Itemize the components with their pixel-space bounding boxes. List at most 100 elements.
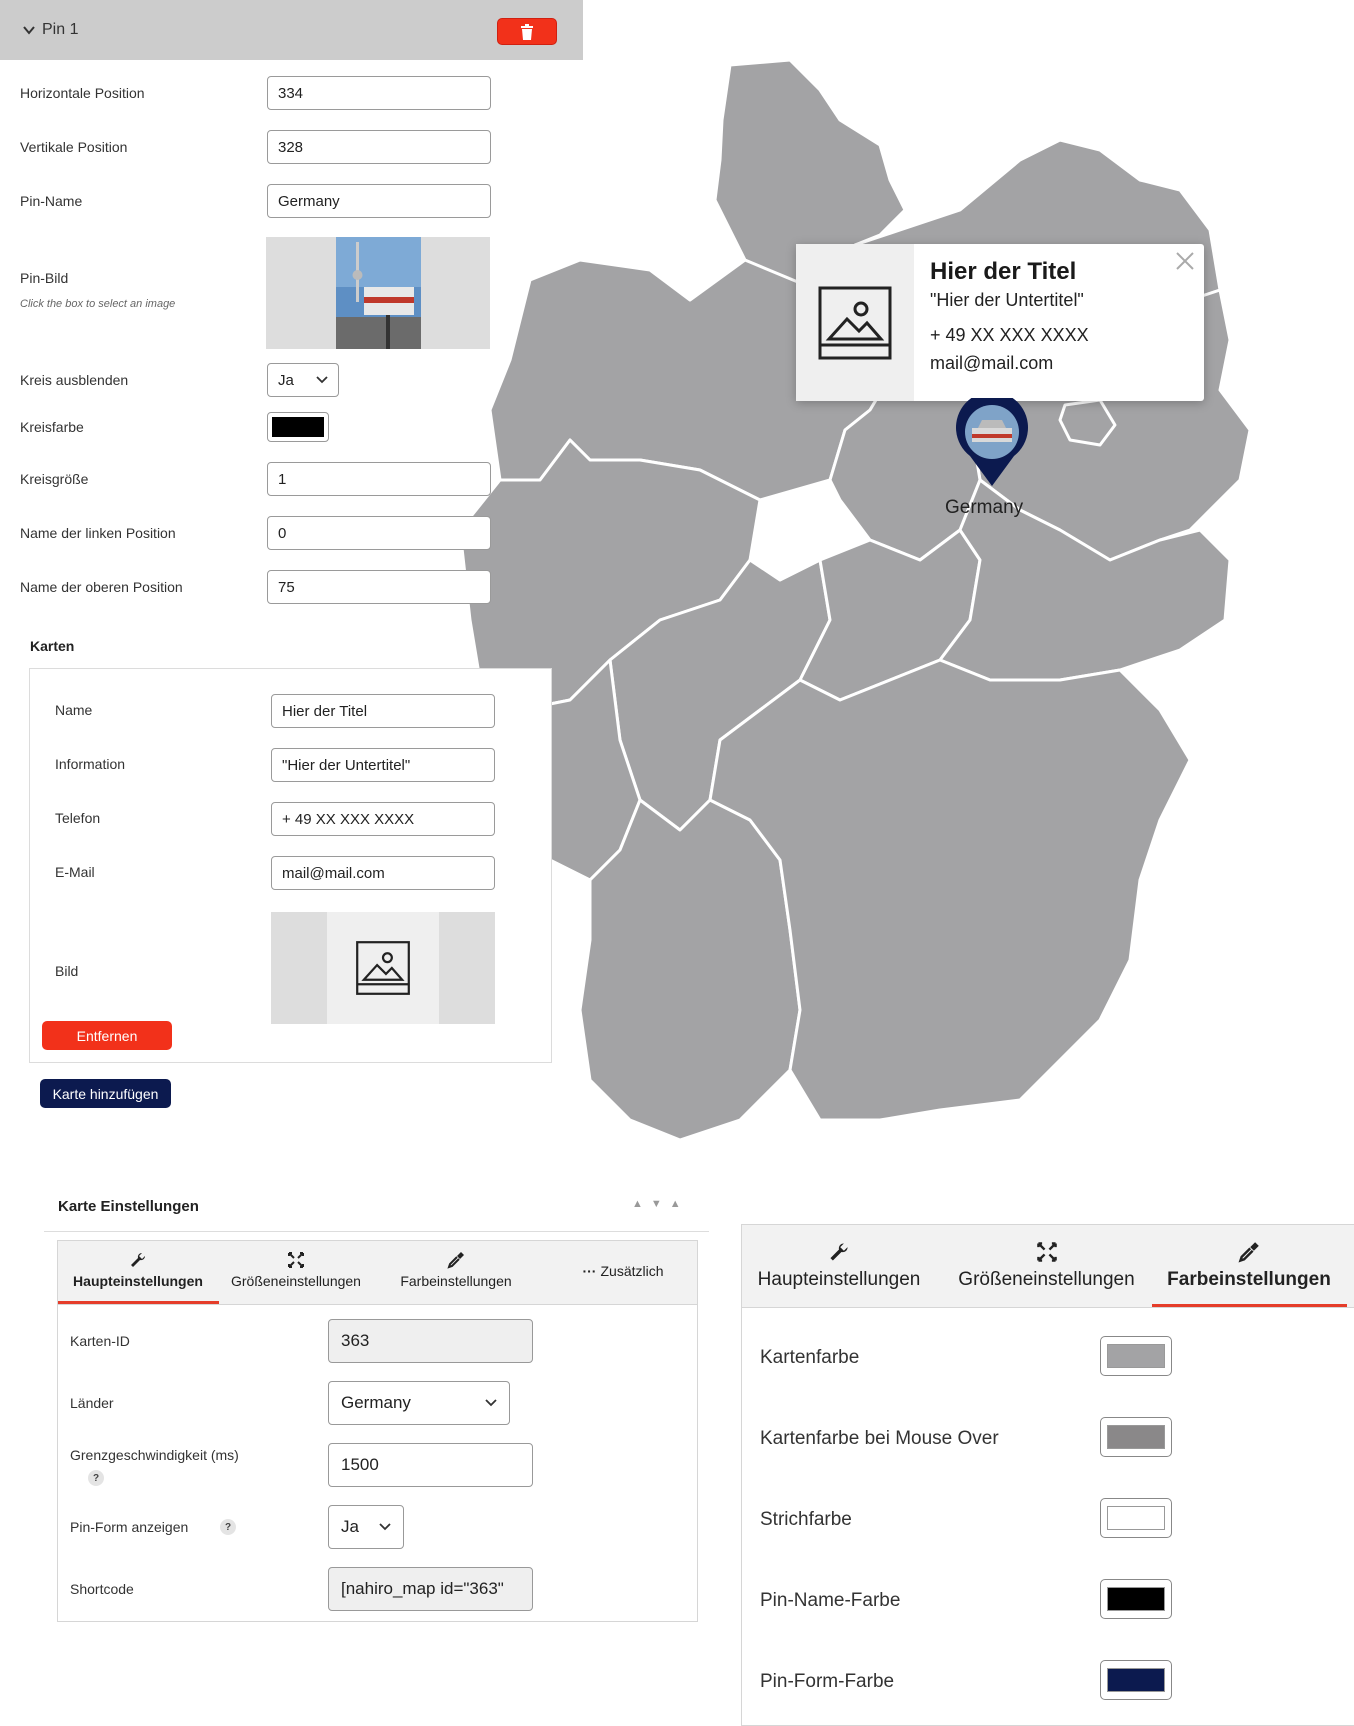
pin-title: Pin 1 xyxy=(42,21,79,38)
field-horizontal-position: Horizontale Position 334 xyxy=(20,76,560,110)
color-label: Pin-Name-Farbe xyxy=(760,1590,901,1611)
card-image-selector[interactable] xyxy=(271,912,495,1024)
card-information-input[interactable]: "Hier der Untertitel" xyxy=(271,748,495,782)
chevron-down-icon[interactable]: ▼ xyxy=(651,1198,670,1210)
field-pin-name: Pin-Name Germany xyxy=(20,184,560,218)
pin-shape-color-picker[interactable] xyxy=(1100,1660,1172,1700)
delete-pin-button[interactable] xyxy=(497,18,557,45)
chevron-down-icon xyxy=(316,376,328,384)
pin-name-input[interactable]: Germany xyxy=(267,184,491,218)
active-tab-indicator xyxy=(1152,1304,1347,1307)
add-card-button[interactable]: Karte hinzufügen xyxy=(40,1079,171,1108)
card-name-input[interactable]: Hier der Titel xyxy=(271,694,495,728)
panel-arrows[interactable]: ▲▼▲ xyxy=(632,1198,689,1210)
field-label: Pin-Form anzeigen xyxy=(70,1519,189,1535)
field-label: Kreis ausblenden xyxy=(20,372,129,388)
color-label: Kartenfarbe bei Mouse Over xyxy=(760,1428,999,1449)
card-field-name: Name Hier der Titel xyxy=(55,694,525,728)
tab-color-settings[interactable]: Farbeinstellungen xyxy=(391,1251,521,1289)
pin-name-color-picker[interactable] xyxy=(1100,1579,1172,1619)
popup-image xyxy=(796,244,914,401)
circle-size-input[interactable]: 1 xyxy=(267,462,491,496)
image-hint: Click the box to select an image xyxy=(20,298,176,310)
tab-label: Größeneinstellungen xyxy=(958,1269,1135,1290)
color-row-map: Kartenfarbe xyxy=(760,1336,1340,1380)
field-label: Bild xyxy=(55,963,79,979)
color-row-hover: Kartenfarbe bei Mouse Over xyxy=(760,1417,1340,1461)
chevron-up-icon[interactable]: ▲ xyxy=(632,1198,651,1210)
stroke-color-picker[interactable] xyxy=(1100,1498,1172,1538)
eyedropper-icon xyxy=(1238,1242,1259,1263)
popup-phone: + 49 XX XXX XXXX xyxy=(930,325,1089,345)
map-pin-icon[interactable] xyxy=(952,391,1032,488)
tab-label: Zusätzlich xyxy=(600,1263,664,1279)
popup-subtitle: "Hier der Untertitel" xyxy=(930,290,1084,310)
circle-color-picker[interactable] xyxy=(267,412,329,442)
help-icon[interactable]: ? xyxy=(220,1519,236,1535)
vertical-position-input[interactable]: 328 xyxy=(267,130,491,164)
tab-size-settings[interactable]: Größeneinstellungen xyxy=(954,1241,1139,1291)
card-field-phone: Telefon + 49 XX XXX XXXX xyxy=(55,802,525,836)
tab-label: Farbeinstellungen xyxy=(400,1273,512,1289)
tab-color-settings[interactable]: Farbeinstellungen xyxy=(1154,1241,1344,1291)
pin-shape-select[interactable]: Ja xyxy=(328,1505,404,1549)
countries-select[interactable]: Germany xyxy=(328,1381,510,1425)
color-settings-panel: Haupteinstellungen Größeneinstellungen F… xyxy=(741,1224,1354,1726)
selected-value: Ja xyxy=(341,1517,359,1536)
karten-card: Name Hier der Titel Information "Hier de… xyxy=(29,668,552,1063)
card-phone-input[interactable]: + 49 XX XXX XXXX xyxy=(271,802,495,836)
color-row-pin-name: Pin-Name-Farbe xyxy=(760,1579,1340,1623)
field-left-position: Name der linken Position 0 xyxy=(20,516,560,550)
field-label: Shortcode xyxy=(70,1581,134,1597)
resize-icon xyxy=(1036,1242,1057,1262)
tab-label: Haupteinstellungen xyxy=(757,1269,921,1290)
close-icon[interactable] xyxy=(1174,250,1196,272)
pin-header[interactable]: Pin 1 xyxy=(0,0,583,60)
pin-photo xyxy=(336,237,421,349)
triangle-up-icon[interactable]: ▲ xyxy=(670,1198,689,1210)
tab-label: Farbeinstellungen xyxy=(1167,1269,1331,1290)
germany-map[interactable] xyxy=(458,58,1354,1250)
map-color-picker[interactable] xyxy=(1100,1336,1172,1376)
hide-circle-select[interactable]: Ja xyxy=(267,363,339,397)
wrench-icon xyxy=(830,1243,848,1261)
popup-title: Hier der Titel xyxy=(930,258,1077,285)
field-top-position: Name der oberen Position 75 xyxy=(20,570,560,604)
settings-panel: Haupteinstellungen Größeneinstellungen F… xyxy=(57,1240,698,1622)
hover-color-picker[interactable] xyxy=(1100,1417,1172,1457)
tab-main-settings[interactable]: Haupteinstellungen xyxy=(68,1251,208,1289)
card-email-input[interactable]: mail@mail.com xyxy=(271,856,495,890)
selected-value: Ja xyxy=(278,371,294,389)
field-label: Kreisgröße xyxy=(20,471,89,487)
shortcode-input[interactable]: [nahiro_map id="363" xyxy=(328,1567,533,1611)
field-label: Vertikale Position xyxy=(20,139,128,155)
map-svg[interactable] xyxy=(458,58,1354,1250)
tab-size-settings[interactable]: Größeneinstellungen xyxy=(226,1251,366,1289)
field-label: Pin-Bild xyxy=(20,270,69,286)
tab-main-settings[interactable]: Haupteinstellungen xyxy=(754,1241,924,1291)
chevron-down-icon[interactable] xyxy=(22,23,36,37)
image-placeholder-icon xyxy=(356,941,410,995)
map-id-input[interactable]: 363 xyxy=(328,1319,533,1363)
remove-card-button[interactable]: Entfernen xyxy=(42,1021,172,1050)
horizontal-position-input[interactable]: 334 xyxy=(267,76,491,110)
field-label: Grenzgeschwindigkeit (ms) xyxy=(70,1447,239,1463)
field-label: Länder xyxy=(70,1395,114,1411)
wrench-icon xyxy=(131,1252,146,1267)
color-panel-tabs: Haupteinstellungen Größeneinstellungen F… xyxy=(742,1225,1354,1308)
pin-image-selector[interactable] xyxy=(266,237,490,349)
active-tab-indicator xyxy=(58,1301,219,1304)
karten-heading: Karten xyxy=(30,638,75,654)
tab-additional[interactable]: ··· Zusätzlich xyxy=(563,1263,683,1279)
color-row-stroke: Strichfarbe xyxy=(760,1498,1340,1542)
help-icon[interactable]: ? xyxy=(88,1470,104,1486)
color-row-pin-shape: Pin-Form-Farbe xyxy=(760,1660,1340,1704)
color-fill xyxy=(1107,1344,1165,1368)
color-fill xyxy=(1107,1425,1165,1449)
eyedropper-icon xyxy=(447,1252,464,1269)
speed-input[interactable]: 1500 xyxy=(328,1443,533,1487)
left-position-input[interactable]: 0 xyxy=(267,516,491,550)
popup-email: mail@mail.com xyxy=(930,353,1054,373)
top-position-input[interactable]: 75 xyxy=(267,570,491,604)
settings-heading: Karte Einstellungen xyxy=(58,1198,199,1215)
